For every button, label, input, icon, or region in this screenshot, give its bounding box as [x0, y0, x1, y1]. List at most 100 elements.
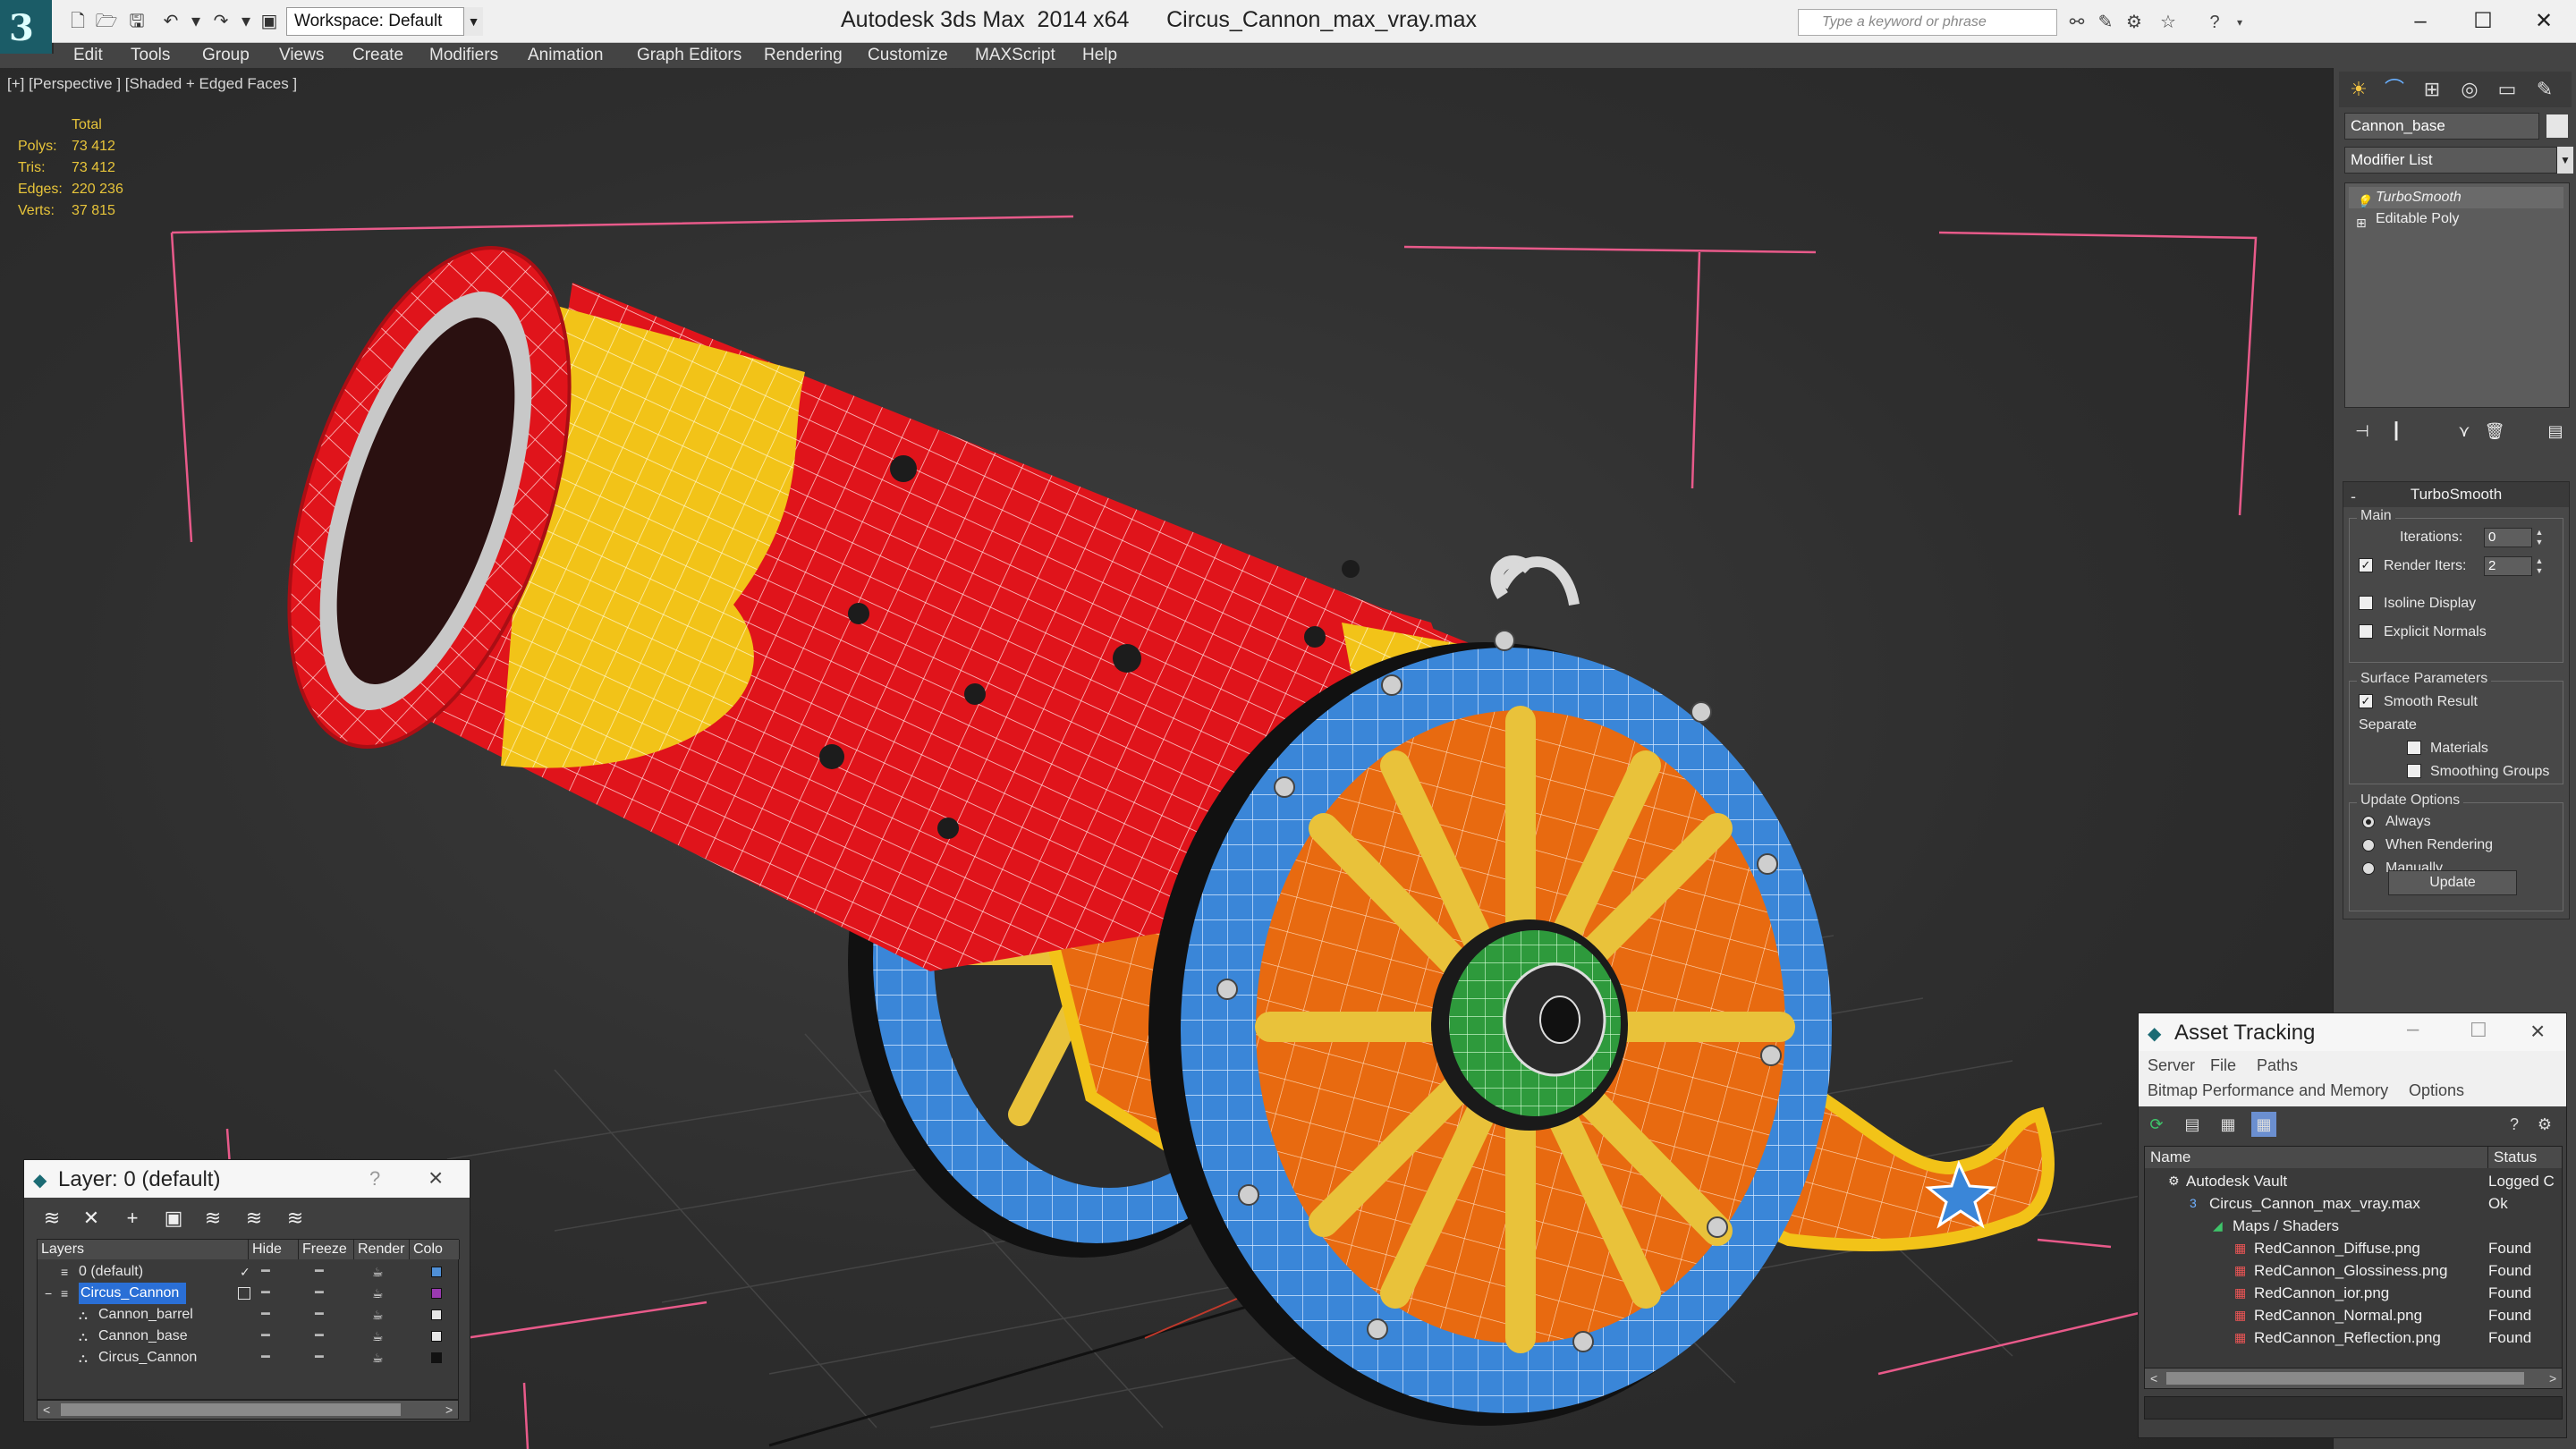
render-teapot-icon[interactable]: ☕: [372, 1304, 384, 1326]
project-folder-icon[interactable]: ▣: [256, 9, 283, 34]
explicit-normals-checkbox[interactable]: [2359, 624, 2373, 639]
menu-paths[interactable]: Paths: [2257, 1056, 2298, 1075]
stack-item-editable-poly[interactable]: ⊞ Editable Poly: [2349, 208, 2563, 230]
menu-tools[interactable]: Tools: [131, 46, 170, 65]
asset-row[interactable]: ▦ RedCannon_Reflection.png Found: [2145, 1326, 2562, 1349]
asset-row[interactable]: ▦ RedCannon_Normal.png Found: [2145, 1304, 2562, 1326]
close-icon[interactable]: ×: [2530, 1017, 2545, 1046]
minimize-icon[interactable]: –: [2394, 4, 2447, 39]
iterations-input[interactable]: 0: [2484, 528, 2532, 547]
open-file-icon[interactable]: 🗁: [93, 9, 120, 34]
close-icon[interactable]: ✕: [2517, 4, 2571, 39]
layer-row[interactable]: ≡ 0 (default) ✓ ━ ━ ☕: [38, 1261, 460, 1283]
scroll-right-icon[interactable]: >: [2549, 1368, 2556, 1388]
asset-dialog-titlebar[interactable]: ◆ Asset Tracking – ☐ ×: [2139, 1013, 2566, 1051]
horizontal-scrollbar[interactable]: < >: [37, 1400, 459, 1419]
stack-item-turbosmooth[interactable]: 💡 TurboSmooth: [2349, 187, 2563, 208]
add-to-layer-icon[interactable]: +: [119, 1205, 146, 1232]
menu-rendering[interactable]: Rendering: [764, 46, 843, 65]
column-header-render[interactable]: Render: [354, 1240, 410, 1259]
asset-row[interactable]: ⚙ Autodesk Vault Logged C: [2145, 1170, 2562, 1192]
asset-row[interactable]: ▦ RedCannon_Diffuse.png Found: [2145, 1237, 2562, 1259]
communication-icon[interactable]: ⚙: [2122, 11, 2147, 34]
menu-file[interactable]: File: [2210, 1056, 2236, 1075]
menu-customize[interactable]: Customize: [868, 46, 948, 65]
asset-row[interactable]: 3 Circus_Cannon_max_vray.max Ok: [2145, 1192, 2562, 1215]
layer-color-swatch[interactable]: [431, 1331, 442, 1342]
maximize-icon[interactable]: ☐: [2470, 1019, 2487, 1042]
tab-hierarchy-icon[interactable]: ⊞: [2416, 73, 2448, 106]
search-input[interactable]: Type a keyword or phrase: [1798, 9, 2057, 36]
layer-row[interactable]: ⛬ Circus_Cannon ━ ━ ☕: [38, 1347, 460, 1368]
table-view-icon[interactable]: ▦: [2251, 1112, 2276, 1137]
freeze-all-icon[interactable]: ≋: [282, 1205, 309, 1232]
layer-row[interactable]: − ≡ Circus_Cannon ━ ━ ☕: [38, 1283, 460, 1304]
tab-create-sun-icon[interactable]: ☀: [2343, 73, 2375, 106]
asset-row[interactable]: ▦ RedCannon_ior.png Found: [2145, 1282, 2562, 1304]
layer-row[interactable]: ⛬ Cannon_base ━ ━ ☕: [38, 1326, 460, 1347]
menu-modifiers[interactable]: Modifiers: [429, 46, 498, 65]
tab-modify-icon[interactable]: ⌒: [2378, 73, 2411, 106]
menu-views[interactable]: Views: [279, 46, 324, 65]
menu-animation[interactable]: Animation: [528, 46, 604, 65]
smoothing-groups-checkbox[interactable]: [2407, 764, 2421, 778]
tab-utilities-wrench-icon[interactable]: ✎: [2529, 73, 2561, 106]
hide-toggle[interactable]: ━: [261, 1326, 270, 1347]
freeze-toggle[interactable]: ━: [315, 1261, 324, 1283]
asset-row[interactable]: ◢ Maps / Shaders: [2145, 1215, 2562, 1237]
freeze-toggle[interactable]: ━: [315, 1347, 324, 1368]
menu-group[interactable]: Group: [202, 46, 250, 65]
always-radio[interactable]: [2362, 816, 2375, 828]
favorites-star-icon[interactable]: ☆: [2156, 11, 2181, 34]
refresh-icon[interactable]: ⟳: [2144, 1112, 2169, 1137]
scroll-left-icon[interactable]: <: [2150, 1368, 2157, 1388]
expand-plus-icon[interactable]: ⊞: [2356, 212, 2367, 233]
close-icon[interactable]: ×: [428, 1164, 443, 1192]
help-icon[interactable]: ?: [369, 1167, 380, 1191]
asset-path-field[interactable]: [2144, 1396, 2563, 1419]
layer-row[interactable]: ⛬ Cannon_barrel ━ ━ ☕: [38, 1304, 460, 1326]
scrollbar-thumb[interactable]: [2166, 1372, 2524, 1385]
update-button[interactable]: Update: [2388, 870, 2517, 895]
list-view-icon[interactable]: ▤: [2180, 1112, 2205, 1137]
remove-modifier-icon[interactable]: 🗑: [2482, 419, 2507, 444]
render-teapot-icon[interactable]: ☕: [372, 1283, 384, 1304]
object-color-swatch[interactable]: [2546, 114, 2568, 138]
render-teapot-icon[interactable]: ☕: [372, 1326, 384, 1347]
asset-row[interactable]: ▦ RedCannon_Glossiness.png Found: [2145, 1259, 2562, 1282]
freeze-toggle[interactable]: ━: [315, 1326, 324, 1347]
tab-motion-icon[interactable]: ◎: [2453, 73, 2486, 106]
make-unique-icon[interactable]: ⋎: [2452, 419, 2477, 444]
rollout-title[interactable]: - TurboSmooth: [2343, 482, 2569, 507]
smooth-result-checkbox[interactable]: ✓: [2359, 694, 2373, 708]
manually-radio[interactable]: [2362, 862, 2375, 875]
horizontal-scrollbar[interactable]: < >: [2144, 1368, 2563, 1389]
chevron-down-icon[interactable]: ▼: [2557, 147, 2573, 174]
show-end-result-icon[interactable]: ┃: [2384, 419, 2409, 444]
menu-help[interactable]: Help: [1082, 46, 1117, 65]
menu-graph-editors[interactable]: Graph Editors: [637, 46, 741, 65]
column-header-status[interactable]: Status: [2488, 1147, 2562, 1168]
menu-options[interactable]: Options: [2409, 1081, 2464, 1100]
app-logo-button[interactable]: 3: [0, 0, 52, 54]
help-icon[interactable]: ?: [2502, 1112, 2527, 1137]
thumbnail-view-icon[interactable]: ▦: [2216, 1112, 2241, 1137]
settings-icon[interactable]: ⚙: [2532, 1112, 2557, 1137]
undo-dropdown-icon[interactable]: ▾: [182, 9, 209, 34]
create-layer-icon[interactable]: ≋: [38, 1205, 65, 1232]
render-teapot-icon[interactable]: ☕: [372, 1261, 384, 1283]
viewport-label[interactable]: [+] [Perspective ] [Shaded + Edged Faces…: [7, 75, 297, 93]
workspace-dropdown[interactable]: Workspace: Default: [286, 7, 483, 36]
menu-create[interactable]: Create: [352, 46, 403, 65]
column-header-layers[interactable]: Layers: [38, 1240, 249, 1259]
tab-display-icon[interactable]: ▭: [2491, 73, 2523, 106]
undo-icon[interactable]: ↶: [157, 9, 184, 34]
menu-bitmap-performance[interactable]: Bitmap Performance and Memory: [2148, 1081, 2388, 1100]
select-objects-icon[interactable]: ▣: [160, 1205, 187, 1232]
hide-toggle[interactable]: ━: [261, 1283, 270, 1304]
chevron-down-icon[interactable]: ▼: [463, 7, 483, 36]
subscription-icon[interactable]: ✎: [2093, 11, 2118, 34]
iterations-spinner[interactable]: ▲ ▼: [2534, 528, 2545, 547]
modifier-list-dropdown[interactable]: Modifier List: [2344, 147, 2557, 174]
freeze-toggle[interactable]: ━: [315, 1283, 324, 1304]
